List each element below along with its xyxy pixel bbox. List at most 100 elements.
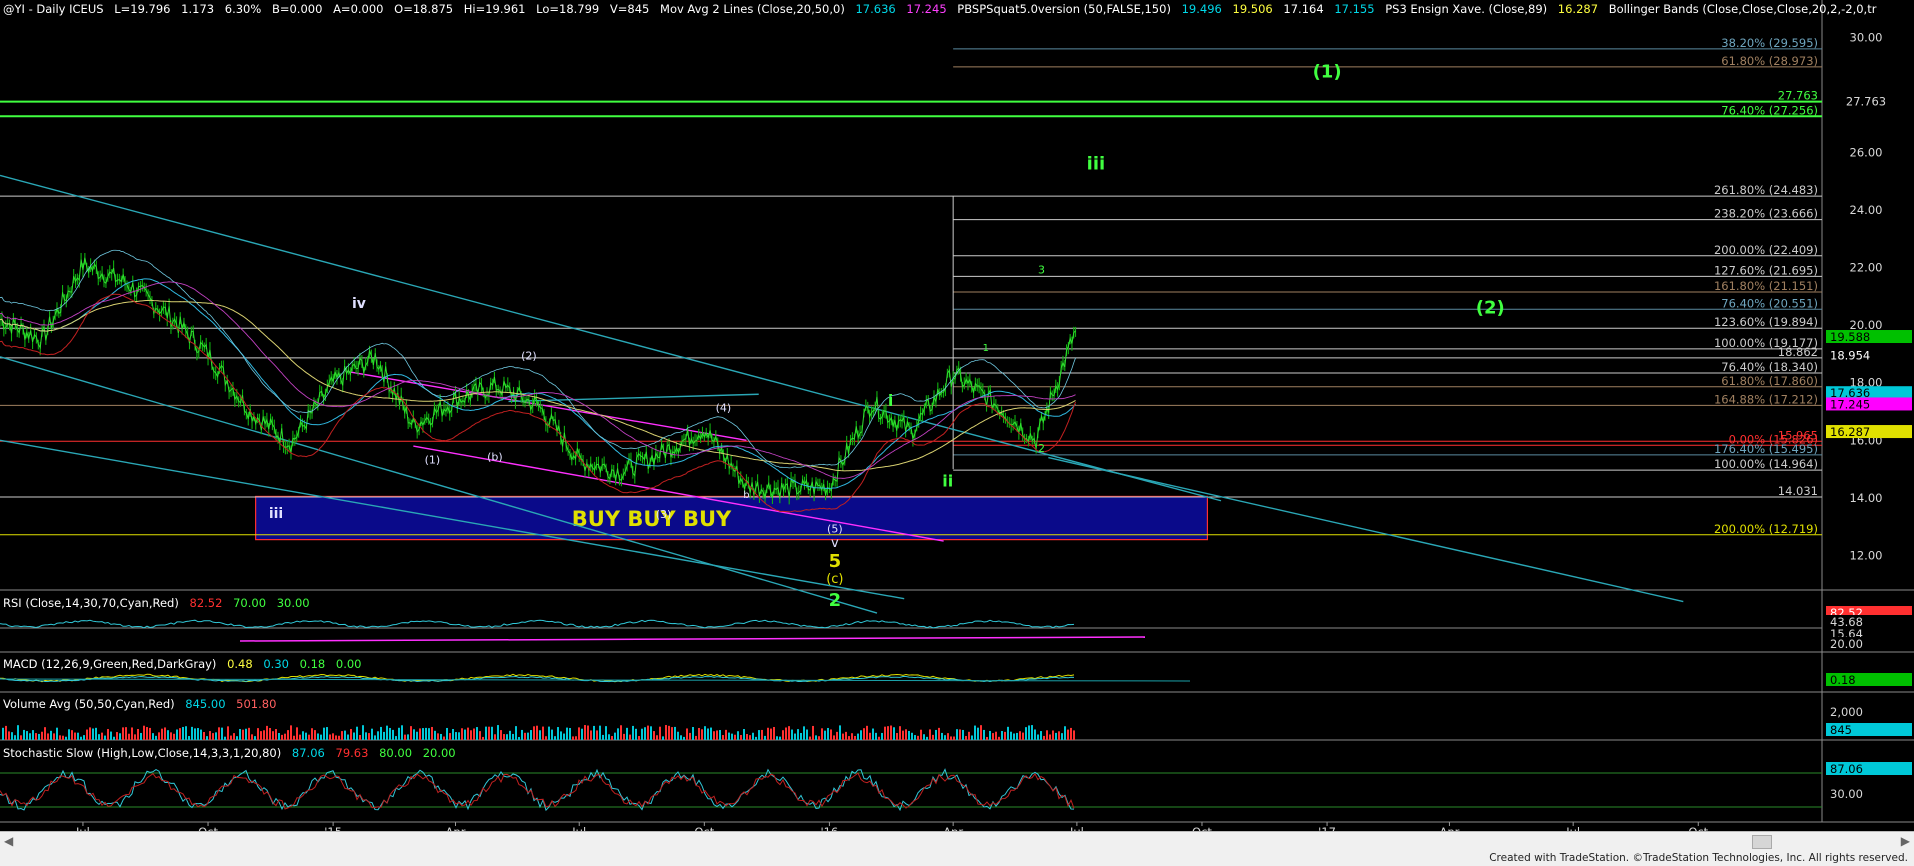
- horizontal-scrollbar[interactable]: ◀ ▶: [0, 831, 1914, 852]
- volume-bar: [1016, 732, 1018, 740]
- volume-bar: [242, 729, 244, 740]
- volume-bar: [977, 727, 979, 740]
- volume-bar: [308, 734, 310, 740]
- header-open: O=18.875: [394, 2, 454, 16]
- volume-bar: [986, 736, 988, 740]
- volume-bar: [644, 727, 646, 740]
- volume-bar: [992, 733, 994, 740]
- volume-bar: [203, 732, 205, 740]
- volume-bar: [926, 736, 928, 740]
- volume-bar: [1061, 733, 1063, 740]
- volume-bar: [59, 735, 61, 740]
- volume-bar: [236, 736, 238, 740]
- volume-bar: [257, 728, 259, 740]
- volume-bar: [341, 731, 343, 740]
- volume-bar: [641, 728, 643, 740]
- volume-bar: [428, 728, 430, 740]
- volume-bar: [338, 735, 340, 740]
- volume-bar: [14, 735, 16, 740]
- volume-bar: [1049, 734, 1051, 740]
- volume-bar: [929, 729, 931, 740]
- volume-bar: [206, 736, 208, 740]
- volume-bar: [329, 734, 331, 740]
- volume-bar: [17, 725, 19, 740]
- volume-bar: [668, 725, 670, 740]
- header-pbsp-2: 19.506: [1232, 2, 1273, 16]
- volume-bar: [23, 729, 25, 740]
- volume-bar: [866, 725, 868, 740]
- volume-bar: [917, 735, 919, 740]
- volume-bar: [803, 726, 805, 740]
- volume-bar: [1004, 731, 1006, 740]
- stoch-lower: 20.00: [422, 746, 456, 760]
- fib-label: 238.20% (23.666): [1714, 207, 1818, 221]
- volume-bar: [125, 727, 127, 740]
- volume-bar: [518, 736, 520, 740]
- rsi-oversold: 30.00: [276, 596, 310, 610]
- volume-bar: [158, 732, 160, 740]
- volume-bar: [248, 727, 250, 740]
- fib-label: 164.88% (17.212): [1714, 392, 1818, 406]
- y-tick-label: 22.00: [1850, 261, 1883, 275]
- volume-bar: [467, 727, 469, 740]
- volume-bar: [71, 730, 73, 740]
- volume-bar: [1001, 731, 1003, 740]
- volume-bar: [266, 725, 268, 740]
- volume-bar: [368, 733, 370, 740]
- volume-bar: [443, 736, 445, 740]
- volume-bar: [566, 727, 568, 740]
- volume-bar: [764, 735, 766, 740]
- volume-bar: [137, 728, 139, 740]
- volume-bar: [770, 728, 772, 740]
- volume-bar: [1064, 726, 1066, 740]
- volume-bar: [431, 726, 433, 740]
- volume-bar: [1073, 730, 1075, 740]
- wave-label: ii: [942, 471, 953, 490]
- fib-label: 14.031: [1778, 484, 1818, 498]
- subpanel-axis-label: 845: [1830, 723, 1852, 737]
- scroll-left-icon[interactable]: ◀: [4, 834, 13, 848]
- volume-bar: [278, 733, 280, 740]
- volume-bar: [251, 734, 253, 740]
- header-movavg-2: 17.245: [906, 2, 947, 16]
- rsi-header: RSI (Close,14,30,70,Cyan,Red) 82.52 70.0…: [3, 596, 317, 610]
- volume-bar: [92, 728, 94, 740]
- stoch-upper: 80.00: [379, 746, 413, 760]
- volume-bar: [1013, 733, 1015, 740]
- volume-bar: [629, 734, 631, 740]
- wave-label: (1): [425, 453, 441, 466]
- volume-bar: [389, 727, 391, 740]
- volume-bar: [263, 730, 265, 740]
- volume-bar: [485, 726, 487, 740]
- volume-bar: [1010, 731, 1012, 740]
- volume-bar: [683, 736, 685, 740]
- volume-bar: [167, 730, 169, 740]
- volume-bar: [557, 727, 559, 740]
- volume-bar: [134, 734, 136, 740]
- volume-bar: [941, 732, 943, 740]
- volume-bar: [614, 732, 616, 740]
- volume-bar: [1031, 725, 1033, 740]
- volume-bar: [758, 730, 760, 740]
- scroll-right-icon[interactable]: ▶: [1901, 834, 1910, 848]
- fib-label: 176.40% (15.495): [1714, 442, 1818, 456]
- volume-bar: [74, 732, 76, 740]
- volume-bar: [422, 728, 424, 740]
- volume-bar: [275, 729, 277, 740]
- volume-bar: [1037, 734, 1039, 740]
- volume-bar: [575, 736, 577, 740]
- volume-bar: [434, 730, 436, 740]
- volume-bar: [353, 732, 355, 740]
- volume-bar: [935, 729, 937, 740]
- scroll-thumb[interactable]: [1752, 835, 1772, 849]
- volume-bar: [974, 725, 976, 740]
- volume-bar: [872, 728, 874, 740]
- volume-bar: [707, 728, 709, 740]
- fib-label: 38.20% (29.595): [1721, 36, 1818, 50]
- volume-bar: [527, 732, 529, 740]
- volume-bar: [860, 730, 862, 740]
- volume-bar: [350, 728, 352, 740]
- volume-bar: [800, 732, 802, 740]
- fib-label: 123.60% (19.894): [1714, 315, 1818, 329]
- volume-bar: [323, 727, 325, 740]
